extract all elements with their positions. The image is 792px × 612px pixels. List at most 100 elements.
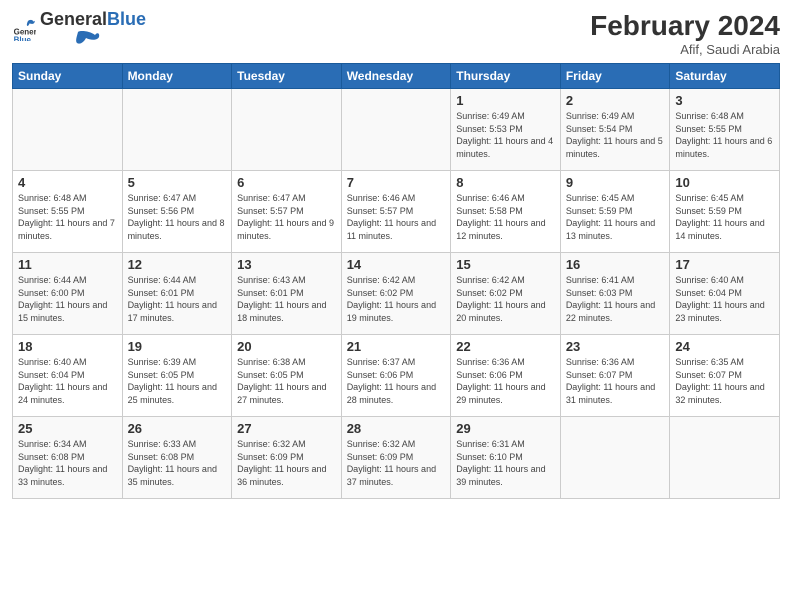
calendar-cell: 8 Sunrise: 6:46 AMSunset: 5:58 PMDaylight… xyxy=(451,171,561,253)
day-info: Sunrise: 6:40 AMSunset: 6:04 PMDaylight:… xyxy=(18,356,117,406)
day-info: Sunrise: 6:35 AMSunset: 6:07 PMDaylight:… xyxy=(675,356,774,406)
day-info: Sunrise: 6:43 AMSunset: 6:01 PMDaylight:… xyxy=(237,274,336,324)
calendar-table: Sunday Monday Tuesday Wednesday Thursday… xyxy=(12,63,780,499)
logo-general: General xyxy=(40,9,107,29)
day-info: Sunrise: 6:47 AMSunset: 5:56 PMDaylight:… xyxy=(128,192,227,242)
logo-text-block: GeneralBlue xyxy=(40,10,146,53)
day-number: 5 xyxy=(128,175,227,190)
day-number: 3 xyxy=(675,93,774,108)
svg-text:Blue: Blue xyxy=(14,35,32,40)
calendar-cell xyxy=(341,89,451,171)
col-thursday: Thursday xyxy=(451,64,561,89)
month-title: February 2024 xyxy=(590,10,780,42)
day-info: Sunrise: 6:38 AMSunset: 6:05 PMDaylight:… xyxy=(237,356,336,406)
day-info: Sunrise: 6:44 AMSunset: 6:00 PMDaylight:… xyxy=(18,274,117,324)
calendar-cell: 1Sunrise: 6:49 AMSunset: 5:53 PMDaylight… xyxy=(451,89,561,171)
day-info: Sunrise: 6:40 AMSunset: 6:04 PMDaylight:… xyxy=(675,274,774,324)
day-number: 8 xyxy=(456,175,555,190)
day-info: Sunrise: 6:44 AMSunset: 6:01 PMDaylight:… xyxy=(128,274,227,324)
calendar-cell: 16Sunrise: 6:41 AMSunset: 6:03 PMDayligh… xyxy=(560,253,670,335)
logo-bird-icon xyxy=(40,30,100,48)
calendar-cell xyxy=(122,89,232,171)
day-info: Sunrise: 6:36 AMSunset: 6:07 PMDaylight:… xyxy=(566,356,665,406)
calendar-cell: 12 Sunrise: 6:44 AMSunset: 6:01 PMDayligh… xyxy=(122,253,232,335)
calendar-cell: 18 Sunrise: 6:40 AMSunset: 6:04 PMDayligh… xyxy=(13,335,123,417)
day-number: 27 xyxy=(237,421,336,436)
day-number: 24 xyxy=(675,339,774,354)
calendar-cell: 4Sunrise: 6:48 AMSunset: 5:55 PMDaylight… xyxy=(13,171,123,253)
day-number: 17 xyxy=(675,257,774,272)
calendar-cell: 23Sunrise: 6:36 AMSunset: 6:07 PMDayligh… xyxy=(560,335,670,417)
day-number: 1 xyxy=(456,93,555,108)
day-number: 28 xyxy=(347,421,446,436)
logo-icon: General Blue xyxy=(12,17,36,46)
day-number: 2 xyxy=(566,93,665,108)
calendar-cell: 6 Sunrise: 6:47 AMSunset: 5:57 PMDaylight… xyxy=(232,171,342,253)
day-info: Sunrise: 6:33 AMSunset: 6:08 PMDaylight:… xyxy=(128,438,227,488)
calendar-cell: 25 Sunrise: 6:34 AMSunset: 6:08 PMDayligh… xyxy=(13,417,123,499)
day-number: 19 xyxy=(128,339,227,354)
calendar-cell xyxy=(560,417,670,499)
day-info: Sunrise: 6:47 AMSunset: 5:57 PMDaylight:… xyxy=(237,192,336,242)
calendar-cell: 28 Sunrise: 6:32 AMSunset: 6:09 PMDayligh… xyxy=(341,417,451,499)
day-info: Sunrise: 6:45 AMSunset: 5:59 PMDaylight:… xyxy=(675,192,774,242)
calendar-cell: 20 Sunrise: 6:38 AMSunset: 6:05 PMDayligh… xyxy=(232,335,342,417)
day-number: 12 xyxy=(128,257,227,272)
subtitle: Afif, Saudi Arabia xyxy=(590,42,780,57)
col-tuesday: Tuesday xyxy=(232,64,342,89)
day-info: Sunrise: 6:49 AMSunset: 5:54 PMDaylight:… xyxy=(566,110,665,160)
day-info: Sunrise: 6:37 AMSunset: 6:06 PMDaylight:… xyxy=(347,356,446,406)
calendar-week-row: 18 Sunrise: 6:40 AMSunset: 6:04 PMDayligh… xyxy=(13,335,780,417)
calendar-cell: 9 Sunrise: 6:45 AMSunset: 5:59 PMDaylight… xyxy=(560,171,670,253)
day-number: 11 xyxy=(18,257,117,272)
day-number: 7 xyxy=(347,175,446,190)
day-number: 25 xyxy=(18,421,117,436)
day-number: 26 xyxy=(128,421,227,436)
day-info: Sunrise: 6:46 AMSunset: 5:57 PMDaylight:… xyxy=(347,192,446,242)
day-info: Sunrise: 6:32 AMSunset: 6:09 PMDaylight:… xyxy=(237,438,336,488)
day-info: Sunrise: 6:36 AMSunset: 6:06 PMDaylight:… xyxy=(456,356,555,406)
day-number: 21 xyxy=(347,339,446,354)
calendar-cell: 5 Sunrise: 6:47 AMSunset: 5:56 PMDaylight… xyxy=(122,171,232,253)
day-info: Sunrise: 6:31 AMSunset: 6:10 PMDaylight:… xyxy=(456,438,555,488)
calendar-week-row: 11 Sunrise: 6:44 AMSunset: 6:00 PMDayligh… xyxy=(13,253,780,335)
day-info: Sunrise: 6:48 AMSunset: 5:55 PMDaylight:… xyxy=(675,110,774,160)
day-info: Sunrise: 6:42 AMSunset: 6:02 PMDaylight:… xyxy=(347,274,446,324)
calendar-cell: 29 Sunrise: 6:31 AMSunset: 6:10 PMDayligh… xyxy=(451,417,561,499)
header: General Blue GeneralBlue February 2024 A… xyxy=(12,10,780,57)
day-number: 16 xyxy=(566,257,665,272)
calendar-cell: 11 Sunrise: 6:44 AMSunset: 6:00 PMDayligh… xyxy=(13,253,123,335)
day-info: Sunrise: 6:46 AMSunset: 5:58 PMDaylight:… xyxy=(456,192,555,242)
calendar-cell xyxy=(232,89,342,171)
calendar-cell: 13Sunrise: 6:43 AMSunset: 6:01 PMDayligh… xyxy=(232,253,342,335)
calendar-cell: 22 Sunrise: 6:36 AMSunset: 6:06 PMDayligh… xyxy=(451,335,561,417)
calendar-cell: 26 Sunrise: 6:33 AMSunset: 6:08 PMDayligh… xyxy=(122,417,232,499)
day-info: Sunrise: 6:32 AMSunset: 6:09 PMDaylight:… xyxy=(347,438,446,488)
logo-blue: Blue xyxy=(107,9,146,29)
day-number: 9 xyxy=(566,175,665,190)
calendar-cell: 19Sunrise: 6:39 AMSunset: 6:05 PMDayligh… xyxy=(122,335,232,417)
calendar-cell: 21 Sunrise: 6:37 AMSunset: 6:06 PMDayligh… xyxy=(341,335,451,417)
day-number: 6 xyxy=(237,175,336,190)
calendar-header-row: Sunday Monday Tuesday Wednesday Thursday… xyxy=(13,64,780,89)
day-info: Sunrise: 6:34 AMSunset: 6:08 PMDaylight:… xyxy=(18,438,117,488)
day-number: 18 xyxy=(18,339,117,354)
calendar-cell: 24 Sunrise: 6:35 AMSunset: 6:07 PMDayligh… xyxy=(670,335,780,417)
calendar-cell xyxy=(13,89,123,171)
day-info: Sunrise: 6:45 AMSunset: 5:59 PMDaylight:… xyxy=(566,192,665,242)
title-block: February 2024 Afif, Saudi Arabia xyxy=(590,10,780,57)
calendar-week-row: 1Sunrise: 6:49 AMSunset: 5:53 PMDaylight… xyxy=(13,89,780,171)
calendar-cell: 14Sunrise: 6:42 AMSunset: 6:02 PMDayligh… xyxy=(341,253,451,335)
col-friday: Friday xyxy=(560,64,670,89)
day-number: 4 xyxy=(18,175,117,190)
calendar-cell: 27 Sunrise: 6:32 AMSunset: 6:09 PMDayligh… xyxy=(232,417,342,499)
calendar-week-row: 25 Sunrise: 6:34 AMSunset: 6:08 PMDayligh… xyxy=(13,417,780,499)
day-number: 29 xyxy=(456,421,555,436)
day-number: 22 xyxy=(456,339,555,354)
day-number: 15 xyxy=(456,257,555,272)
day-number: 20 xyxy=(237,339,336,354)
calendar-cell: 2 Sunrise: 6:49 AMSunset: 5:54 PMDaylight… xyxy=(560,89,670,171)
calendar-cell xyxy=(670,417,780,499)
calendar-cell: 3 Sunrise: 6:48 AMSunset: 5:55 PMDaylight… xyxy=(670,89,780,171)
calendar-cell: 7 Sunrise: 6:46 AMSunset: 5:57 PMDaylight… xyxy=(341,171,451,253)
